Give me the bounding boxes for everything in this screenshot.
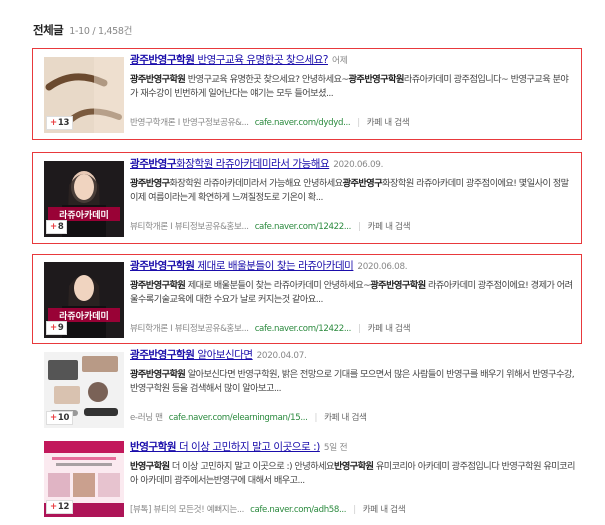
result-url[interactable]: cafe.naver.com/12422... xyxy=(255,324,352,334)
cafe-search-link[interactable]: 카페 내 검색 xyxy=(363,505,406,515)
cafe-search-link[interactable]: 카페 내 검색 xyxy=(368,222,411,232)
cafe-category: e-러닝 맨 xyxy=(130,413,163,423)
result-url[interactable]: cafe.naver.com/adh58... xyxy=(250,505,346,515)
result-thumbnail[interactable]: +13 xyxy=(44,57,124,133)
image-count-badge: +10 xyxy=(46,411,74,425)
image-count-badge: +9 xyxy=(46,321,68,335)
result-item: 라쥬아카데미 +9 광주반영구학원 제대로 배울분들이 찾는 라쥬아카데미 202… xyxy=(32,254,582,344)
image-count-badge: +12 xyxy=(46,500,74,514)
result-url[interactable]: cafe.naver.com/12422... xyxy=(255,222,352,232)
result-item: +13 광주반영구학원 반영구교육 유명한곳 찾으세요? 어제 광주반영구학원 반… xyxy=(32,48,582,140)
result-description: 광주반영구학원 제대로 배울분들이 찾는 라쥬아카데미 안녕하세요~광주반영구학… xyxy=(130,280,573,305)
result-date: 2020.04.07. xyxy=(256,351,307,361)
result-url[interactable]: cafe.naver.com/elearningman/15... xyxy=(169,413,308,423)
result-date: 어제 xyxy=(332,56,348,66)
result-thumbnail[interactable]: 라쥬아카데미 +9 xyxy=(44,262,124,338)
image-count-badge: +13 xyxy=(46,116,74,130)
result-description: 광주반영구학원 반영구교육 유명한곳 찾으세요? 안녕하세요~광주반영구학원라쥬… xyxy=(130,74,569,99)
section-title: 전체글 xyxy=(33,23,64,37)
result-thumbnail[interactable]: 라쥬아카데미 +8 xyxy=(44,161,124,237)
cafe-search-link[interactable]: 카페 내 검색 xyxy=(367,118,410,128)
result-meta: [뷰톡] 뷰티의 모든것! 예뻐지는... cafe.naver.com/adh5… xyxy=(130,505,406,515)
result-title-link[interactable]: 광주반영구학원 반영구교육 유명한곳 찾으세요? xyxy=(130,54,328,66)
image-count-badge: +8 xyxy=(46,220,68,234)
cafe-search-link[interactable]: 카페 내 검색 xyxy=(368,324,411,334)
result-item: +10 광주반영구학원 알아보신다면 2020.04.07. 광주반영구학원 알아… xyxy=(32,348,582,432)
result-description: 광주반영구학원 알아보신다면 반영구학원, 밝은 전망으로 기대를 모으면서 많… xyxy=(130,369,575,394)
result-meta: e-러닝 맨 cafe.naver.com/elearningman/15... |… xyxy=(130,413,367,423)
cafe-category: 뷰티학개론 I 뷰티정보공유&홍보... xyxy=(130,324,249,334)
section-header: 전체글 1-10 / 1,458건 xyxy=(33,22,132,38)
result-meta: 뷰티학개론 I 뷰티정보공유&홍보... cafe.naver.com/12422… xyxy=(130,222,411,232)
cafe-search-link[interactable]: 카페 내 검색 xyxy=(324,413,367,423)
result-url[interactable]: cafe.naver.com/dydyd... xyxy=(255,118,351,128)
cafe-category: 뷰티학개론 I 뷰티정보공유&홍보... xyxy=(130,222,249,232)
result-thumbnail[interactable]: +12 xyxy=(44,441,124,517)
cafe-category: [뷰톡] 뷰티의 모든것! 예뻐지는... xyxy=(130,505,245,515)
result-description: 반영구학원 더 이상 고민하지 말고 이곳으로 :) 안녕하세요반영구학원 유미… xyxy=(130,461,575,486)
result-thumbnail[interactable]: +10 xyxy=(44,352,124,428)
result-item: 라쥬아카데미 +8 광주반영구화장학원 라쥬아카데미라서 가능해요 2020.06… xyxy=(32,152,582,244)
result-title-link[interactable]: 광주반영구학원 알아보신다면 xyxy=(130,349,253,361)
result-meta: 뷰티학개론 I 뷰티정보공유&홍보... cafe.naver.com/12422… xyxy=(130,324,411,334)
result-item: +12 반영구학원 더 이상 고민하지 말고 이곳으로 :) 5일 전 반영구학원… xyxy=(32,438,582,522)
result-title-link[interactable]: 광주반영구화장학원 라쥬아카데미라서 가능해요 xyxy=(130,158,330,170)
cafe-category: 반영구학개론 I 반영구정보공유&... xyxy=(130,118,249,128)
result-date: 5일 전 xyxy=(323,443,348,453)
result-description: 광주반영구화장학원 라쥬아카데미라서 가능해요 안녕하세요광주반영구화장학원 라… xyxy=(130,178,569,203)
result-date: 2020.06.09. xyxy=(333,160,384,170)
result-date: 2020.06.08. xyxy=(357,262,408,272)
result-count: 1-10 / 1,458건 xyxy=(69,26,133,37)
result-title-link[interactable]: 광주반영구학원 제대로 배울분들이 찾는 라쥬아카데미 xyxy=(130,260,354,272)
result-meta: 반영구학개론 I 반영구정보공유&... cafe.naver.com/dydyd… xyxy=(130,118,410,128)
result-title-link[interactable]: 반영구학원 더 이상 고민하지 말고 이곳으로 :) xyxy=(130,441,320,453)
